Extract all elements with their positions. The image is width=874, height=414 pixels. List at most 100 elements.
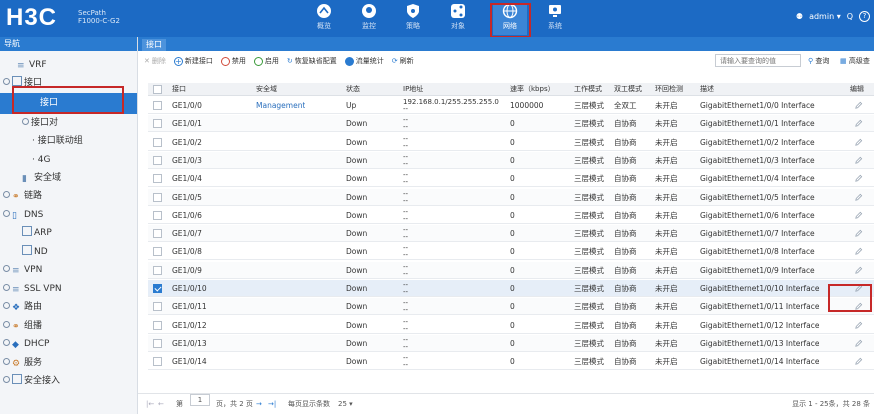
sidebar-item-vpn[interactable]: ≡ VPN (0, 262, 137, 279)
edit-pencil-icon[interactable] (854, 321, 863, 330)
row-checkbox[interactable] (153, 338, 162, 348)
row-checkbox[interactable] (153, 210, 162, 220)
row-checkbox[interactable] (153, 284, 162, 293)
cell-duplex: 自协商 (614, 320, 637, 330)
sidebar-item-arp[interactable]: ARP (0, 225, 137, 242)
nav-overview[interactable]: 概览 (307, 3, 341, 35)
table-row[interactable]: GE1/0/6 Down 0 三层模式 自协商 未开启 GigabitEthernet1/0… (148, 207, 874, 224)
row-checkbox[interactable] (153, 174, 162, 184)
sidebar-item-routing[interactable]: ❖ 路由 (0, 299, 137, 316)
cell-rate: 0 (510, 320, 515, 330)
page-number-input[interactable]: 1 (190, 394, 210, 406)
select-all-checkbox[interactable] (153, 85, 162, 94)
sidebar-item-interface-pair[interactable]: 接口对 (0, 115, 137, 132)
edit-pencil-icon[interactable] (854, 193, 863, 202)
row-checkbox[interactable] (153, 247, 162, 257)
sidebar-item-vrf[interactable]: ≡ VRF (0, 57, 137, 74)
row-checkbox[interactable] (153, 192, 162, 202)
table-row[interactable]: GE1/0/5 Down 0 三层模式 自协商 未开启 GigabitEthernet1/0… (148, 188, 874, 206)
query-button[interactable]: ⚲ 查询 (808, 56, 829, 66)
row-checkbox[interactable] (153, 101, 162, 110)
row-checkbox[interactable] (153, 320, 162, 330)
edit-pencil-icon[interactable] (854, 266, 863, 275)
table-row[interactable]: GE1/0/13 Down 0 三层模式 自协商 未开启 GigabitEthernet1/… (148, 334, 874, 352)
user-menu[interactable]: admin ▾ (809, 12, 841, 21)
row-checkbox[interactable] (153, 119, 162, 129)
sidebar-item-ssl-vpn[interactable]: ≡ SSL VPN (0, 281, 137, 298)
table-row[interactable]: GE1/0/14 Down 0 三层模式 自协商 未开启 GigabitEthernet1/… (148, 353, 874, 371)
edit-pencil-icon[interactable] (854, 101, 863, 110)
disable-button[interactable]: 禁用 (220, 56, 246, 66)
tab-interface[interactable]: 接口 (142, 39, 166, 51)
edit-pencil-icon[interactable] (854, 339, 863, 348)
edit-highlight-box (828, 284, 872, 312)
edit-pencil-icon[interactable] (854, 138, 863, 147)
sidebar-item-multicast[interactable]: ⚭ 组播 (0, 318, 137, 335)
advanced-query-button[interactable]: ▦ 高级查 (840, 56, 870, 66)
row-checkbox[interactable] (153, 357, 162, 367)
row-checkbox[interactable] (153, 302, 162, 312)
cell-ip: -- -- (403, 243, 408, 259)
restore-default-button[interactable]: ↻ 恢复缺省配置 (287, 56, 337, 66)
enable-button[interactable]: 启用 (253, 56, 279, 66)
sidebar-item-service[interactable]: ⚙ 服务 (0, 355, 137, 372)
sidebar-item-dns[interactable]: ▯ DNS (0, 207, 137, 224)
edit-pencil-icon[interactable] (854, 174, 863, 183)
edit-pencil-icon[interactable] (854, 357, 863, 366)
first-page-icon[interactable]: |← (146, 394, 154, 414)
col-ip[interactable]: IP地址 (403, 83, 423, 96)
col-duplex[interactable]: 双工模式 (614, 83, 642, 96)
nav-monitor[interactable]: 监控 (352, 3, 386, 35)
sidebar-item-security-zone[interactable]: ▮ 安全域 (0, 170, 137, 187)
edit-pencil-icon[interactable] (854, 211, 863, 220)
cell-rate: 0 (510, 229, 515, 239)
help-icon[interactable]: ? (859, 11, 870, 22)
row-checkbox[interactable] (153, 265, 162, 275)
edit-pencil-icon[interactable] (854, 247, 863, 256)
edit-pencil-icon[interactable] (854, 156, 863, 165)
sidebar-item-link[interactable]: ⚭ 链路 (0, 188, 137, 205)
table-row[interactable]: GE1/0/4 Down 0 三层模式 自协商 未开启 GigabitEthernet1/0… (148, 170, 874, 188)
table-row[interactable]: GE1/0/11 Down 0 三层模式 自协商 未开启 GigabitEthernet1/… (148, 298, 874, 316)
per-page-select[interactable]: 25 ▾ (338, 394, 353, 414)
refresh-button[interactable]: ⟳ 刷新 (392, 56, 414, 66)
row-checkbox[interactable] (153, 137, 162, 147)
prev-page-icon[interactable]: ← (158, 394, 164, 414)
table-row[interactable]: GE1/0/1 Down 0 三层模式 自协商 未开启 GigabitEthernet1/0… (148, 115, 874, 133)
edit-pencil-icon[interactable] (854, 229, 863, 238)
sidebar-item-dhcp[interactable]: ◆ DHCP (0, 336, 137, 353)
col-status[interactable]: 状态 (346, 83, 360, 96)
sidebar-item-interface-link-group[interactable]: · 接口联动组 (0, 133, 137, 150)
next-page-icon[interactable]: → (256, 394, 262, 414)
col-rate[interactable]: 速率（kbps） (510, 83, 555, 96)
nav-policy[interactable]: 策略 (396, 3, 430, 35)
table-row[interactable]: GE1/0/3 Down 0 三层模式 自协商 未开启 GigabitEthernet1/0… (148, 151, 874, 169)
sidebar-item-4g[interactable]: · 4G (0, 152, 137, 169)
new-interface-button[interactable]: + 新建接口 (173, 56, 213, 66)
table-row[interactable]: GE1/0/7 Down 0 三层模式 自协商 未开启 GigabitEthernet1/0… (148, 225, 874, 243)
table-row[interactable]: GE1/0/12 Down 0 三层模式 自协商 未开启 GigabitEthernet1/… (148, 317, 874, 334)
edit-pencil-icon[interactable] (854, 119, 863, 128)
delete-button[interactable]: ✕ 删除 (144, 56, 166, 66)
sidebar-item-secure-access[interactable]: 安全接入 (0, 373, 137, 390)
row-checkbox[interactable] (153, 155, 162, 165)
nav-system[interactable]: 系统 (538, 3, 572, 35)
table-row[interactable]: GE1/0/0 Management Up 1000000 三层模式 全双工 未开启 Giga… (148, 97, 874, 114)
sidebar-item-nd[interactable]: ND (0, 244, 137, 261)
table-row[interactable]: GE1/0/9 Down 0 三层模式 自协商 未开启 GigabitEthernet1/0… (148, 261, 874, 279)
search-icon[interactable]: Q (847, 12, 853, 21)
row-checkbox[interactable] (153, 229, 162, 239)
cell-zone[interactable]: Management (256, 97, 305, 114)
col-description[interactable]: 描述 (700, 83, 714, 96)
table-row[interactable]: GE1/0/10 Down 0 三层模式 自协商 未开启 GigabitEthernet1/… (148, 280, 874, 297)
traffic-stats-button[interactable]: 流量统计 (344, 56, 384, 66)
col-interface[interactable]: 接口 (172, 83, 186, 96)
col-work-mode[interactable]: 工作模式 (574, 83, 602, 96)
search-input[interactable] (715, 54, 801, 67)
table-row[interactable]: GE1/0/8 Down 0 三层模式 自协商 未开启 GigabitEthernet1/0… (148, 243, 874, 261)
last-page-icon[interactable]: →| (268, 394, 276, 414)
table-row[interactable]: GE1/0/2 Down 0 三层模式 自协商 未开启 GigabitEthernet1/0… (148, 134, 874, 151)
col-loop-detect[interactable]: 环回检测 (655, 83, 683, 96)
nav-object[interactable]: 对象 (441, 3, 475, 35)
col-zone[interactable]: 安全域 (256, 83, 277, 96)
